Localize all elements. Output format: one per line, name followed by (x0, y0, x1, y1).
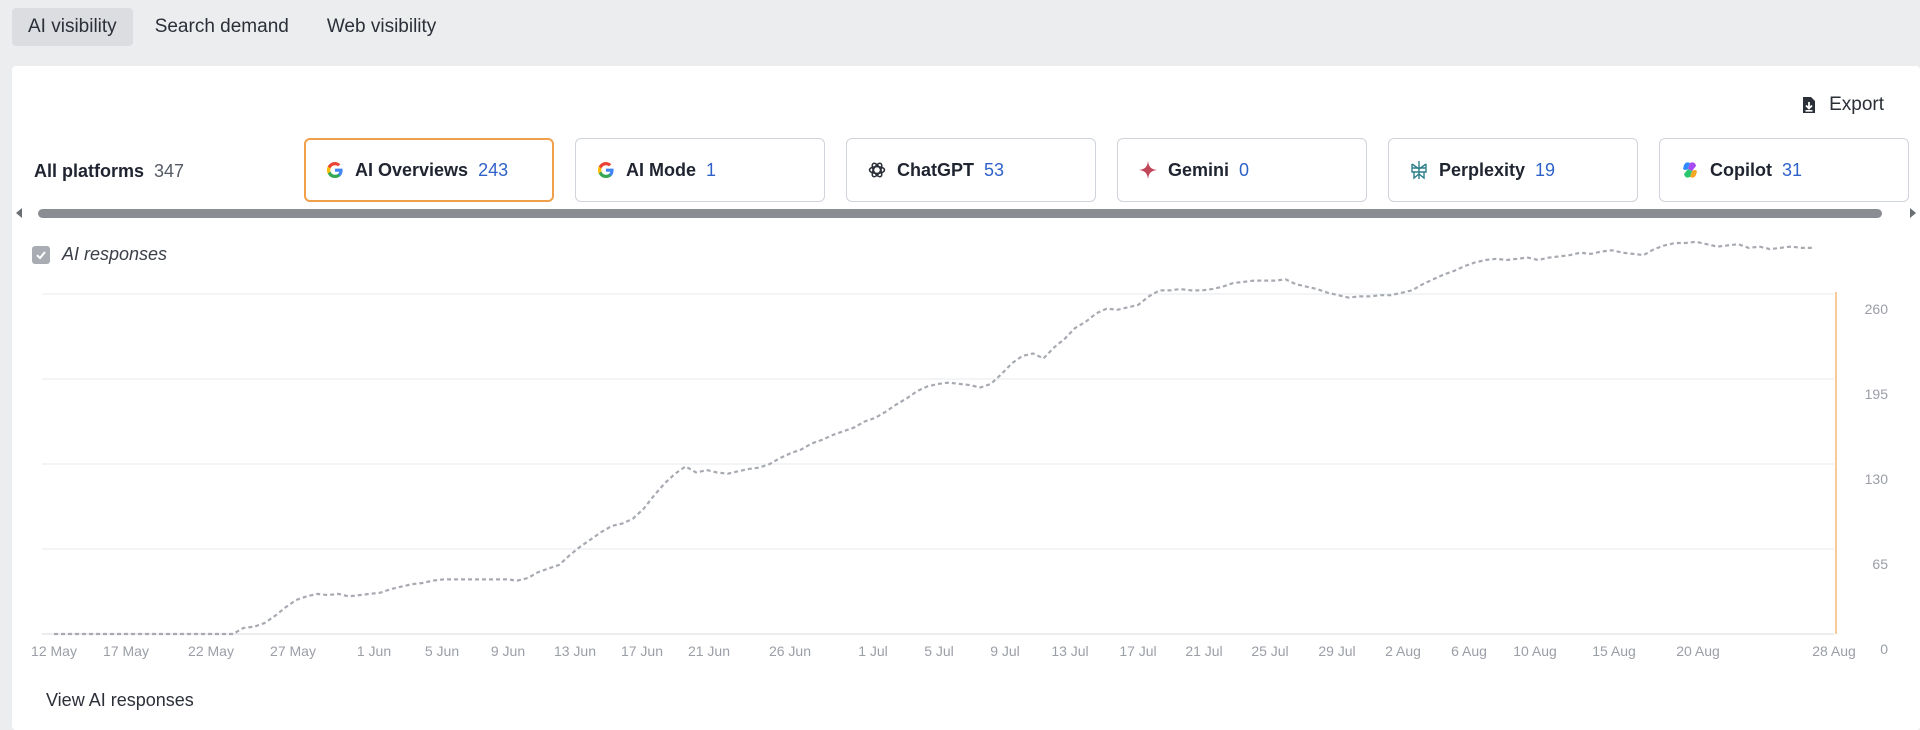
y-tick-label: 65 (1872, 556, 1888, 572)
x-tick-label: 25 Jul (1251, 643, 1288, 659)
x-tick-label: 13 Jul (1051, 643, 1088, 659)
tab-ai-visibility[interactable]: AI visibility (12, 8, 133, 46)
tab-search-demand[interactable]: Search demand (139, 8, 305, 46)
x-tick-label: 21 Jun (688, 643, 730, 659)
y-tick-label: 260 (1865, 301, 1889, 317)
view-ai-responses-link[interactable]: View AI responses (46, 690, 194, 711)
x-tick-label: 6 Aug (1451, 643, 1487, 659)
x-tick-label: 1 Jul (858, 643, 888, 659)
x-tick-label: 20 Aug (1676, 643, 1720, 659)
y-tick-label: 130 (1865, 471, 1889, 487)
y-tick-label: 195 (1865, 386, 1889, 402)
view-tabs: AI visibility Search demand Web visibili… (12, 8, 452, 46)
x-tick-label: 9 Jul (990, 643, 1020, 659)
x-tick-label: 22 May (188, 643, 234, 659)
x-tick-label: 17 Jul (1119, 643, 1156, 659)
ai-responses-line-chart: 0 65 130 195 260 12 May 17 May 22 May 27 May 1 Ju… (31, 240, 1889, 659)
x-tick-label: 9 Jun (491, 643, 525, 659)
x-tick-label: 26 Jun (769, 643, 811, 659)
ai-visibility-panel: Export All platforms 347 AI Overviews 24… (12, 66, 1920, 730)
x-tick-label: 29 Jul (1318, 643, 1355, 659)
x-tick-label: 1 Jun (357, 643, 391, 659)
x-tick-label: 15 Aug (1592, 643, 1636, 659)
x-tick-label: 28 Aug (1812, 643, 1856, 659)
x-tick-label: 5 Jun (425, 643, 459, 659)
x-tick-label: 13 Jun (554, 643, 596, 659)
x-tick-label: 21 Jul (1185, 643, 1222, 659)
x-tick-label: 17 May (103, 643, 149, 659)
tab-web-visibility[interactable]: Web visibility (311, 8, 452, 46)
x-tick-label: 17 Jun (621, 643, 663, 659)
x-tick-label: 12 May (31, 643, 77, 659)
x-tick-label: 27 May (270, 643, 316, 659)
x-tick-label: 5 Jul (924, 643, 954, 659)
x-tick-label: 10 Aug (1513, 643, 1557, 659)
ai-responses-series-line (54, 240, 1812, 636)
y-tick-label: 0 (1880, 641, 1888, 657)
x-tick-label: 2 Aug (1385, 643, 1421, 659)
